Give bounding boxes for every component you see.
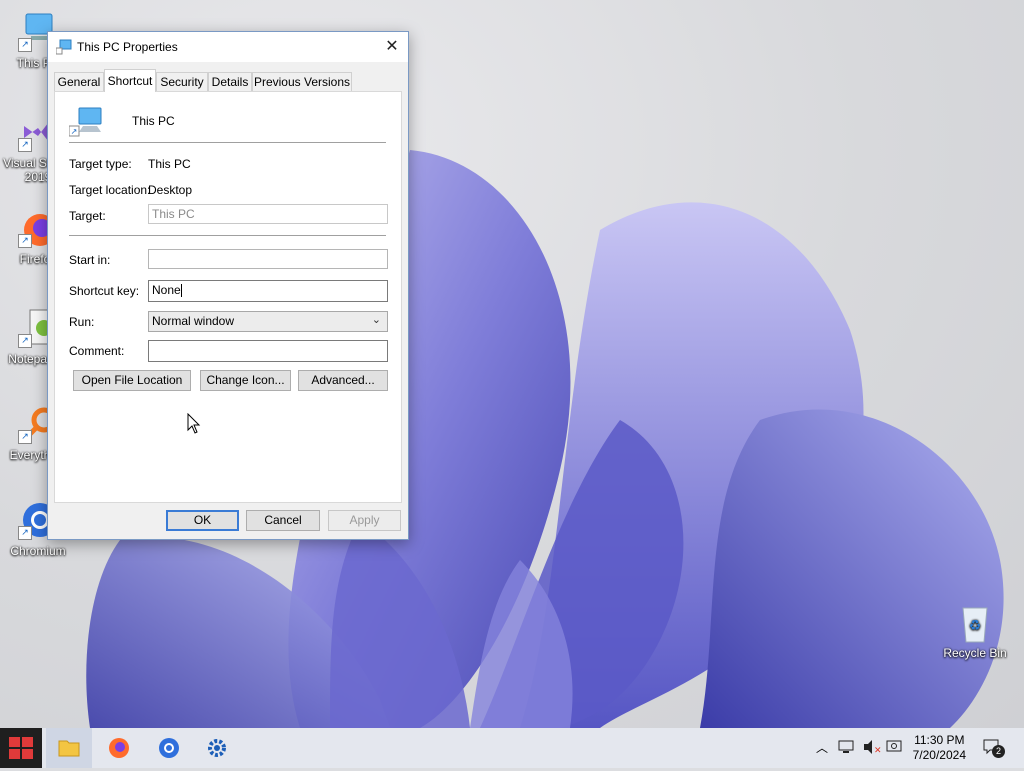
text-caret (180, 284, 182, 298)
run-label: Run: (69, 315, 95, 329)
target-type-label: Target type: (69, 157, 132, 171)
large-monitor-icon: ↗ (68, 106, 103, 138)
clock-time: 11:30 PM (914, 733, 965, 747)
shortcut-name: This PC (132, 114, 175, 128)
shortcut-key-label: Shortcut key: (69, 284, 140, 298)
tab-security[interactable]: Security (156, 72, 208, 91)
svg-text:♻: ♻ (969, 617, 982, 633)
target-location-value: Desktop (148, 183, 193, 197)
start-in-field[interactable] (148, 249, 388, 269)
notification-count-badge: 2 (992, 745, 1005, 758)
taskbar-settings[interactable] (194, 728, 240, 768)
shortcut-arrow-icon: ↗ (18, 38, 32, 52)
properties-dialog: This PC Properties ✕ General Shortcut Se… (47, 31, 409, 540)
run-selected-value: Normal window (152, 314, 235, 328)
monitor-shortcut-icon (55, 39, 72, 55)
show-hidden-icons-chevron[interactable]: ︿ (816, 739, 828, 756)
notification-center-button[interactable]: 2 (982, 737, 1005, 760)
chevron-down-icon: ⌄ (371, 314, 381, 326)
open-file-location-button[interactable]: Open File Location (73, 370, 191, 391)
start-button[interactable] (0, 728, 42, 768)
firefox-icon (109, 738, 129, 758)
file-explorer-icon (58, 740, 80, 757)
tab-details[interactable]: Details (208, 72, 252, 91)
change-icon-button[interactable]: Change Icon... (200, 370, 291, 391)
tab-shortcut[interactable]: Shortcut (104, 69, 156, 92)
tab-previous-versions[interactable]: Previous Versions (252, 72, 352, 91)
desktop-icon-label: Chromium (10, 544, 66, 558)
desktop-icon-recycle-bin[interactable]: ♻ Recycle Bin (935, 602, 1015, 660)
run-select[interactable]: Normal window ⌄ (148, 311, 388, 332)
close-icon: ✕ (385, 38, 399, 55)
shortcut-arrow-icon: ↗ (18, 334, 32, 348)
chromium-icon (159, 738, 179, 758)
separator (69, 235, 386, 236)
shortcut-panel: ↗ This PC Target type: This PC Target lo… (54, 91, 402, 503)
apply-button[interactable]: Apply (328, 510, 401, 531)
comment-field[interactable] (148, 340, 388, 362)
recycle-bin-icon: ♻ (955, 602, 995, 643)
shortcut-arrow-icon: ↗ (18, 138, 32, 152)
display-icon[interactable] (886, 739, 904, 758)
dialog-title: This PC Properties (77, 40, 178, 54)
shortcut-key-field[interactable]: None (148, 280, 388, 302)
taskbar: ︿ ✕ 11:30 PM 7/20/2024 2 (0, 728, 1024, 768)
settings-gear-icon (208, 739, 226, 757)
shortcut-arrow-icon: ↗ (18, 430, 32, 444)
target-label: Target: (69, 209, 106, 223)
cancel-button[interactable]: Cancel (246, 510, 320, 531)
mouse-cursor-icon (187, 413, 201, 434)
start-icon (9, 737, 33, 759)
taskbar-file-explorer[interactable] (46, 728, 92, 768)
target-field[interactable]: This PC (148, 204, 388, 224)
system-clock[interactable]: 11:30 PM 7/20/2024 (913, 733, 966, 763)
ok-button[interactable]: OK (166, 510, 239, 531)
advanced-button[interactable]: Advanced... (298, 370, 388, 391)
target-location-label: Target location: (69, 183, 151, 197)
separator (69, 142, 386, 143)
dialog-titlebar[interactable]: This PC Properties ✕ (48, 32, 408, 62)
shortcut-arrow-icon: ↗ (18, 526, 32, 540)
clock-date: 7/20/2024 (912, 748, 966, 762)
shortcut-key-value: None (152, 283, 181, 297)
start-in-label: Start in: (69, 253, 111, 267)
tab-general[interactable]: General (54, 72, 104, 91)
svg-text:✕: ✕ (874, 745, 882, 755)
svg-text:↗: ↗ (71, 127, 78, 136)
shortcut-arrow-icon: ↗ (18, 234, 32, 248)
target-type-value: This PC (148, 157, 191, 171)
close-button[interactable]: ✕ (376, 32, 408, 62)
desktop-icon-label: Recycle Bin (943, 646, 1007, 660)
taskbar-firefox[interactable] (96, 728, 142, 768)
network-icon[interactable] (838, 739, 856, 758)
volume-muted-icon[interactable]: ✕ (862, 739, 882, 758)
comment-label: Comment: (69, 344, 125, 358)
taskbar-chromium[interactable] (146, 728, 192, 768)
